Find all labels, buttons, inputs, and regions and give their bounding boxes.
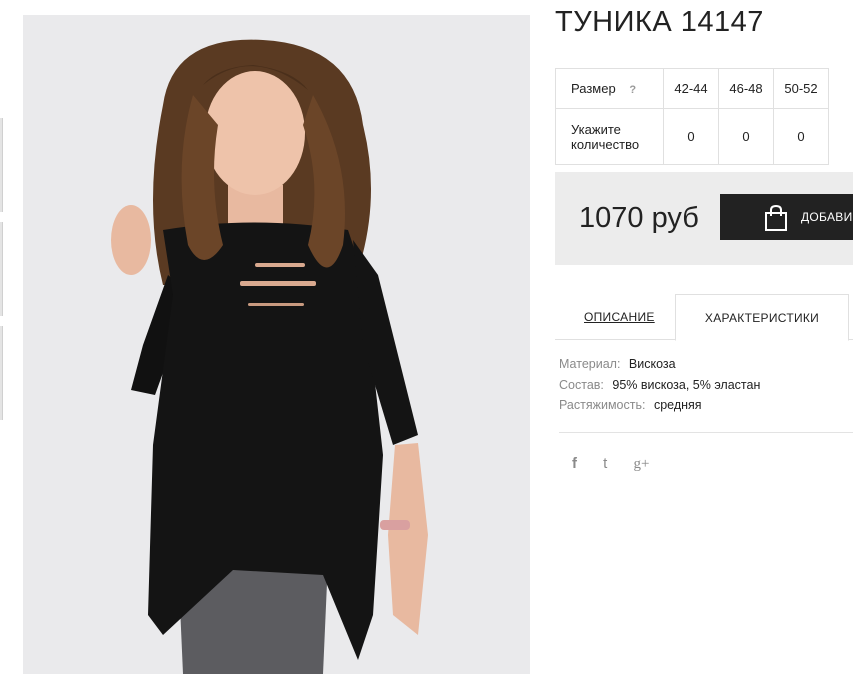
price-panel: 1070 руб ДОБАВИ [555, 172, 853, 265]
twitter-icon[interactable]: t [603, 455, 607, 472]
spec-row: Состав: 95% вискоза, 5% эластан [559, 378, 760, 399]
size-label: Размер [571, 81, 616, 96]
quantity-label: Укажите количество [555, 108, 664, 165]
quantity-input[interactable]: 0 [718, 108, 774, 165]
thumbnail[interactable] [0, 326, 3, 420]
divider [559, 432, 853, 433]
quantity-input[interactable]: 0 [773, 108, 829, 165]
price: 1070 руб [579, 202, 699, 234]
spec-value: средняя [653, 398, 702, 412]
tab-description[interactable]: ОПИСАНИЕ [584, 310, 655, 324]
specs-list: Материал: Вискоза Состав: 95% вискоза, 5… [559, 357, 760, 419]
size-table: Размер ? 42-44 46-48 50-52 Укажите колич… [555, 68, 829, 165]
product-title: ТУНИКА 14147 [555, 6, 764, 38]
add-to-cart-label: ДОБАВИ [801, 210, 853, 224]
quantity-label-line2: количество [571, 136, 640, 152]
spec-value: 95% вискоза, 5% эластан [612, 377, 761, 392]
quantity-input[interactable]: 0 [663, 108, 719, 165]
facebook-icon[interactable]: f [572, 455, 577, 472]
spec-key: Состав: [559, 377, 604, 392]
spec-key: Растяжимость: [559, 398, 646, 412]
product-tabs: ОПИСАНИЕ ХАРАКТЕРИСТИКИ [555, 294, 853, 341]
thumbnail[interactable] [0, 222, 3, 316]
size-column-header: 46-48 [718, 68, 774, 109]
size-header-cell: Размер ? [555, 68, 664, 109]
spec-row: Материал: Вискоза [559, 357, 760, 378]
thumbnail-strip [0, 118, 4, 430]
spec-row: Растяжимость: средняя [559, 398, 760, 419]
size-column-header: 42-44 [663, 68, 719, 109]
spec-key: Материал: [559, 357, 621, 371]
help-icon[interactable]: ? [629, 84, 636, 96]
thumbnail[interactable] [0, 118, 3, 212]
quantity-label-line1: Укажите [571, 121, 621, 137]
size-column-header: 50-52 [773, 68, 829, 109]
tab-characteristics[interactable]: ХАРАКТЕРИСТИКИ [675, 294, 849, 341]
social-share: f t g+ [572, 455, 671, 473]
spec-value: Вискоза [628, 357, 676, 371]
google-plus-icon[interactable]: g+ [634, 456, 650, 473]
model-image [23, 15, 530, 674]
add-to-cart-button[interactable]: ДОБАВИ [720, 194, 853, 240]
shopping-bag-icon [765, 204, 787, 231]
product-photo[interactable] [23, 15, 530, 674]
